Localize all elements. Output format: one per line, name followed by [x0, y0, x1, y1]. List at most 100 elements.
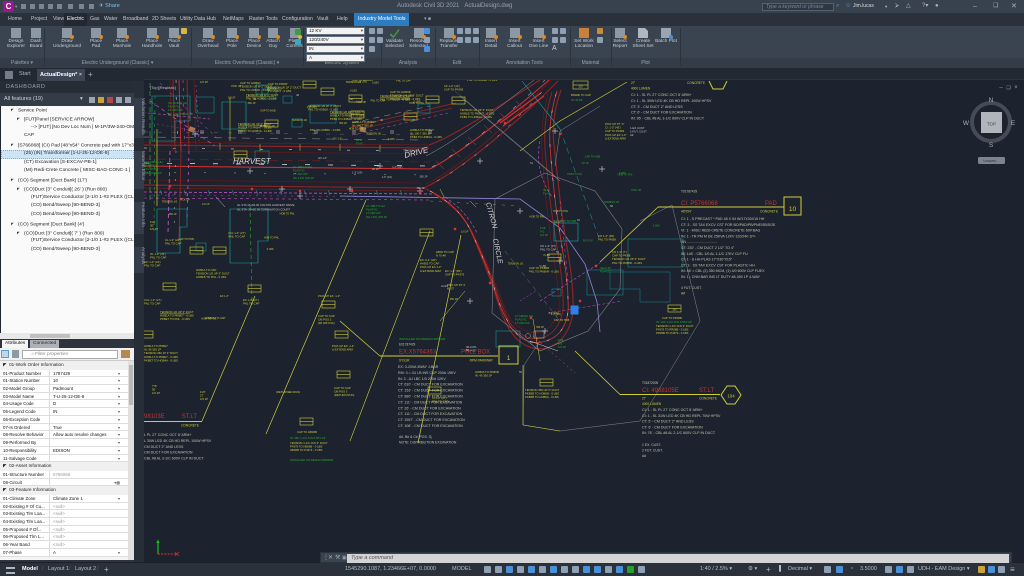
svg-text:48: 48 [296, 93, 300, 97]
svg-text:350 1P: 350 1P [420, 175, 428, 178]
svg-text:PR06B TO P4379 - 0 LBS: PR06B TO P4379 - 0 LBS [656, 331, 689, 335]
svg-text:TENSION 1/0: TENSION 1/0 [403, 150, 419, 153]
svg-text:1/0 1P: 1/0 1P [581, 162, 589, 165]
svg-text:PNL TO CAP: PNL TO CAP [144, 302, 161, 306]
svg-text:IN: 3 - AJ LBC 1/0 200A 12: IN: 3 - AJ LBC 1/0 200A 12KV [398, 377, 446, 381]
svg-text:CT: 5' - CM DUCT 2" AND LE: CT: 5' - CM DUCT 2" AND LESS [642, 420, 694, 424]
svg-text:0 LBS: 0 LBS [267, 248, 274, 251]
svg-text:PULL BOX: PULL BOX [461, 350, 490, 356]
svg-text:350 1P: 350 1P [417, 187, 425, 190]
svg-text:HOB TO PNL: HOB TO PNL [567, 173, 583, 176]
svg-text:CONCRETE: CONCRETE [687, 81, 705, 85]
svg-text:CI: P5766068: CI: P5766068 [681, 201, 718, 207]
svg-text:A#: A# [642, 454, 646, 458]
svg-text:HOB TO PNL: HOB TO PNL [618, 173, 634, 176]
svg-text:PNL TO CAP: PNL TO CAP [243, 302, 260, 306]
svg-text:0 LBS: 0 LBS [653, 225, 660, 228]
svg-text:CI: 4968105E: CI: 4968105E [642, 388, 679, 394]
svg-text:52: 52 [577, 218, 581, 222]
svg-text:PKB6B TO HOB6A - 0 LBS: PKB6B TO HOB6A - 0 LBS [525, 395, 559, 399]
svg-text:IN: 1 - CNN BAR INS LT DUT: IN: 1 - CNN BAR INS LT DUTY #8-350 1P 4-… [681, 275, 761, 279]
svg-text:CAP TO HOB1A: CAP TO HOB1A [352, 80, 373, 82]
svg-text:CONCRETE: CONCRETE [760, 210, 778, 214]
svg-text:T01787429: T01787429 [681, 190, 697, 194]
svg-text:CM DUCT 2" AND LESS: CM DUCT 2" AND LESS [144, 445, 184, 449]
svg-text:IN: 146' - CBL 1/0 AL 1-1/: IN: 146' - CBL 1/0 AL 1-1/C 17KV CLP FU [681, 252, 748, 256]
svg-text:4 FUT. CUST.: 4 FUT. CUST. [681, 286, 702, 290]
svg-text:ST.LT: ST.LT [182, 414, 198, 420]
svg-text:1/0 1P: 1/0 1P [228, 97, 236, 100]
svg-text:104: 104 [727, 394, 735, 399]
svg-text:VI: 1 - MISC REDI-CRETE CO: VI: 1 - MISC REDI-CRETE CONCRETE 60# BAG [681, 229, 760, 233]
svg-text:1/0 1P: 1/0 1P [558, 345, 566, 349]
svg-text:- PM (CAP 1P: - PM (CAP 1P [144, 171, 162, 175]
svg-text:HOB TO PNL: HOB TO PNL [264, 236, 280, 239]
svg-text:1: 1 [507, 355, 511, 362]
svg-text:IN: 95' - CBL #8 AL 3-1/C: IN: 95' - CBL #8 AL 3-1/C 600V CLP IN DU… [631, 117, 705, 121]
svg-text:W: W [963, 120, 970, 127]
svg-text:NOTE: DISTRIBUTION EXCAVATION: NOTE: DISTRIBUTION EXCAVATION [399, 441, 457, 445]
svg-text:CAP TO P4379: CAP TO P4379 [445, 273, 465, 277]
svg-text:PNL TO HOB1B - 0 LBS: PNL TO HOB1B - 0 LBS [467, 80, 497, 82]
svg-text:PICK UP: PICK UP [231, 85, 241, 88]
svg-text:HOB TO PNL: HOB TO PNL [530, 216, 546, 219]
svg-text:CONCRETE: CONCRETE [181, 424, 199, 428]
svg-text:46: 46 [350, 97, 354, 101]
svg-text:PNL TO CAP: PNL TO CAP [540, 248, 557, 252]
svg-text:INSTALLED ON DESIGN #559494: INSTALLED ON DESIGN #559494 [399, 337, 446, 341]
svg-text:PKB1 TO HOB4A - 0 LBS: PKB1 TO HOB4A - 0 LBS [330, 117, 362, 121]
svg-text:PNL TO HOB1A - 0 LBS: PNL TO HOB1A - 0 LBS [380, 98, 410, 102]
svg-text:1-3" (24'): 1-3" (24') [551, 313, 561, 316]
svg-text:CAP TO HOB: CAP TO HOB [179, 238, 195, 241]
svg-text:(N) 1-PH 25KVA TR: (N) 1-PH 25KVA TR [168, 112, 193, 116]
svg-text:PNL TO PKB8R - 0 LBS: PNL TO PKB8R - 0 LBS [612, 261, 642, 265]
svg-text:TENSION 1/0: TENSION 1/0 [508, 263, 524, 266]
svg-text:53: 53 [556, 250, 560, 254]
svg-text:HB06B TO P4379 - 0 LBS: HB06B TO P4379 - 0 LBS [290, 448, 323, 452]
svg-text:CT: 3 - SS TAX EXCV CST FO: CT: 3 - SS TAX EXCV CST FOR PLASTIC HH [681, 263, 755, 267]
svg-text:N 70 #8: N 70 #8 [436, 254, 446, 258]
svg-text:CT: 230' - CM DUCT 2 1/2": CT: 230' - CM DUCT 2 1/2" TO 4" [681, 246, 735, 250]
svg-text:FL=0: FL=0 [356, 142, 363, 146]
svg-text:S: S [989, 142, 994, 149]
svg-text:17"x30"x15": 17"x30"x15" [515, 321, 530, 325]
svg-text:CT: 111' - CM DUCT FOR EXC: CT: 111' - CM DUCT FOR EXCAVATION [398, 400, 463, 404]
svg-text:1-3" (24'): 1-3" (24') [382, 176, 392, 179]
svg-text:CAP TO P4399: CAP TO P4399 [444, 88, 464, 92]
svg-text:HOB TO PNL: HOB TO PNL [553, 210, 569, 213]
svg-text:SN ...........................: SN .............................. [681, 240, 717, 244]
svg-text:CBL #8 AL 3-1/C 600V CLP IN DU: CBL #8 AL 3-1/C 600V CLP IN DUCT [144, 457, 204, 461]
svg-text:PNL TO CAP: PNL TO CAP [150, 256, 167, 260]
svg-text:PKB4 TO HOB1A - 0 LBS: PKB4 TO HOB1A - 0 LBS [410, 135, 442, 139]
svg-text:CM DUCT FOR EXCAVATION: CM DUCT FOR EXCAVATION [144, 451, 193, 455]
svg-text:CI: 1 - SL PL 27' CONC OCT: CI: 1 - SL PL 27' CONC OCT 8' ARM+ [642, 408, 703, 412]
svg-text:350 1P: 350 1P [339, 122, 347, 125]
svg-text:27': 27' [642, 397, 647, 401]
svg-text:CT: 880' - CM DUCT FOR EXC: CT: 880' - CM DUCT FOR EXCAVATION [398, 395, 463, 399]
svg-text:IN: 46' = CBL (2) 350 MCM,: IN: 46' = CBL (2) 350 MCM, (1) 4/0 600V … [681, 269, 765, 273]
svg-text:(90 325 KVA): (90 325 KVA) [318, 321, 335, 325]
svg-text:10: 10 [789, 206, 797, 213]
svg-text:EX: 3-200A 3WAY J-BAR: EX: 3-200A 3WAY J-BAR [398, 365, 439, 369]
svg-text:PNL TO CAP: PNL TO CAP [396, 80, 411, 82]
svg-text:1/0 1P: 1/0 1P [540, 233, 548, 237]
svg-text:T01872005: T01872005 [642, 381, 658, 385]
svg-text:SYS1R: SYS1R [399, 359, 410, 363]
svg-text:A#: A# [630, 133, 634, 137]
svg-text:(RETURNED RUN): (RETURNED RUN) [276, 390, 300, 394]
svg-text:EX 1-3": EX 1-3" [318, 157, 327, 160]
svg-text:CI: 1 - S PRECAST * PAD 48: CI: 1 - S PRECAST * PAD 48 X 54 W/17X30X… [681, 217, 765, 221]
svg-text:IN: 45 350 1P: IN: 45 350 1P [475, 374, 492, 378]
svg-text:4000 LUMEN: 4000 LUMEN [642, 402, 662, 406]
svg-text:100: 100 [672, 308, 677, 312]
svg-text:×: × [1014, 85, 1018, 91]
svg-text:1/0 1P: 1/0 1P [150, 227, 158, 231]
svg-text:0 LBS: 0 LBS [372, 82, 379, 85]
svg-text:PICK UP: PICK UP [180, 198, 190, 201]
svg-text:EX 1-3": EX 1-3" [220, 295, 229, 298]
svg-text:(RETURN RUN): (RETURN RUN) [334, 393, 354, 397]
svg-text:HOB TO PNL: HOB TO PNL [349, 127, 365, 130]
svg-text:PNL TO HOB0C - 0 LBS: PNL TO HOB0C - 0 LBS [310, 128, 341, 132]
svg-text:A#: A# [681, 292, 685, 296]
svg-text:1/0 1P: 1/0 1P [372, 168, 380, 171]
